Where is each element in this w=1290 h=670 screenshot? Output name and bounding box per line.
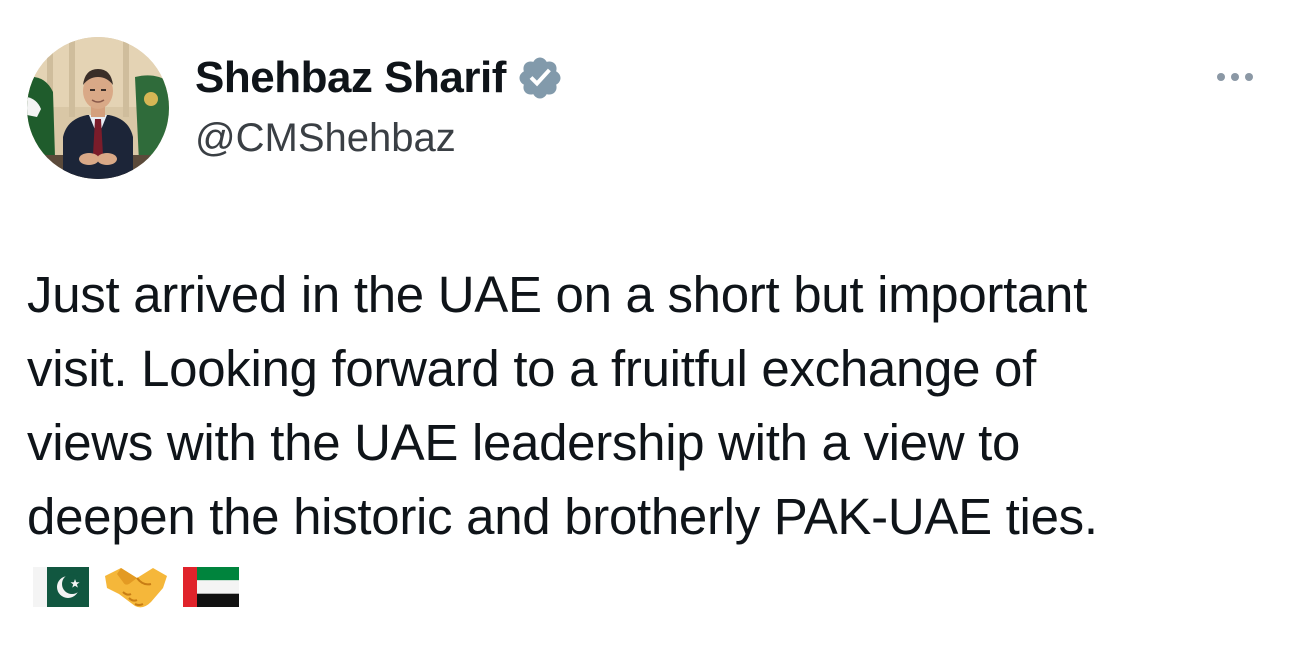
profile-photo-icon [27,37,169,179]
more-horizontal-icon [1245,73,1253,81]
more-horizontal-icon [1231,73,1239,81]
tweet-card: Shehbaz Sharif @CMShehbaz Just arrived i… [0,0,1290,670]
more-options-button[interactable] [1208,62,1262,92]
emoji-row [33,562,239,612]
handshake-emoji [103,562,169,612]
author-name[interactable]: Shehbaz Sharif [195,52,506,104]
tweet-text-line: views with the UAE leadership with a vie… [27,414,1021,471]
tweet-text: Just arrived in the UAE on a short but i… [27,258,1267,554]
tweet-text-line: visit. Looking forward to a fruitful exc… [27,340,1036,397]
uae-flag-emoji [183,567,239,607]
author-handle[interactable]: @CMShehbaz [195,114,456,162]
tweet-text-line: deepen the historic and brotherly PAK-UA… [27,488,1098,545]
more-horizontal-icon [1217,73,1225,81]
verified-badge-icon [516,54,564,102]
pakistan-flag-emoji [33,567,89,607]
avatar[interactable] [27,37,169,179]
tweet-text-line: Just arrived in the UAE on a short but i… [27,266,1087,323]
author-name-row[interactable]: Shehbaz Sharif [195,52,564,104]
